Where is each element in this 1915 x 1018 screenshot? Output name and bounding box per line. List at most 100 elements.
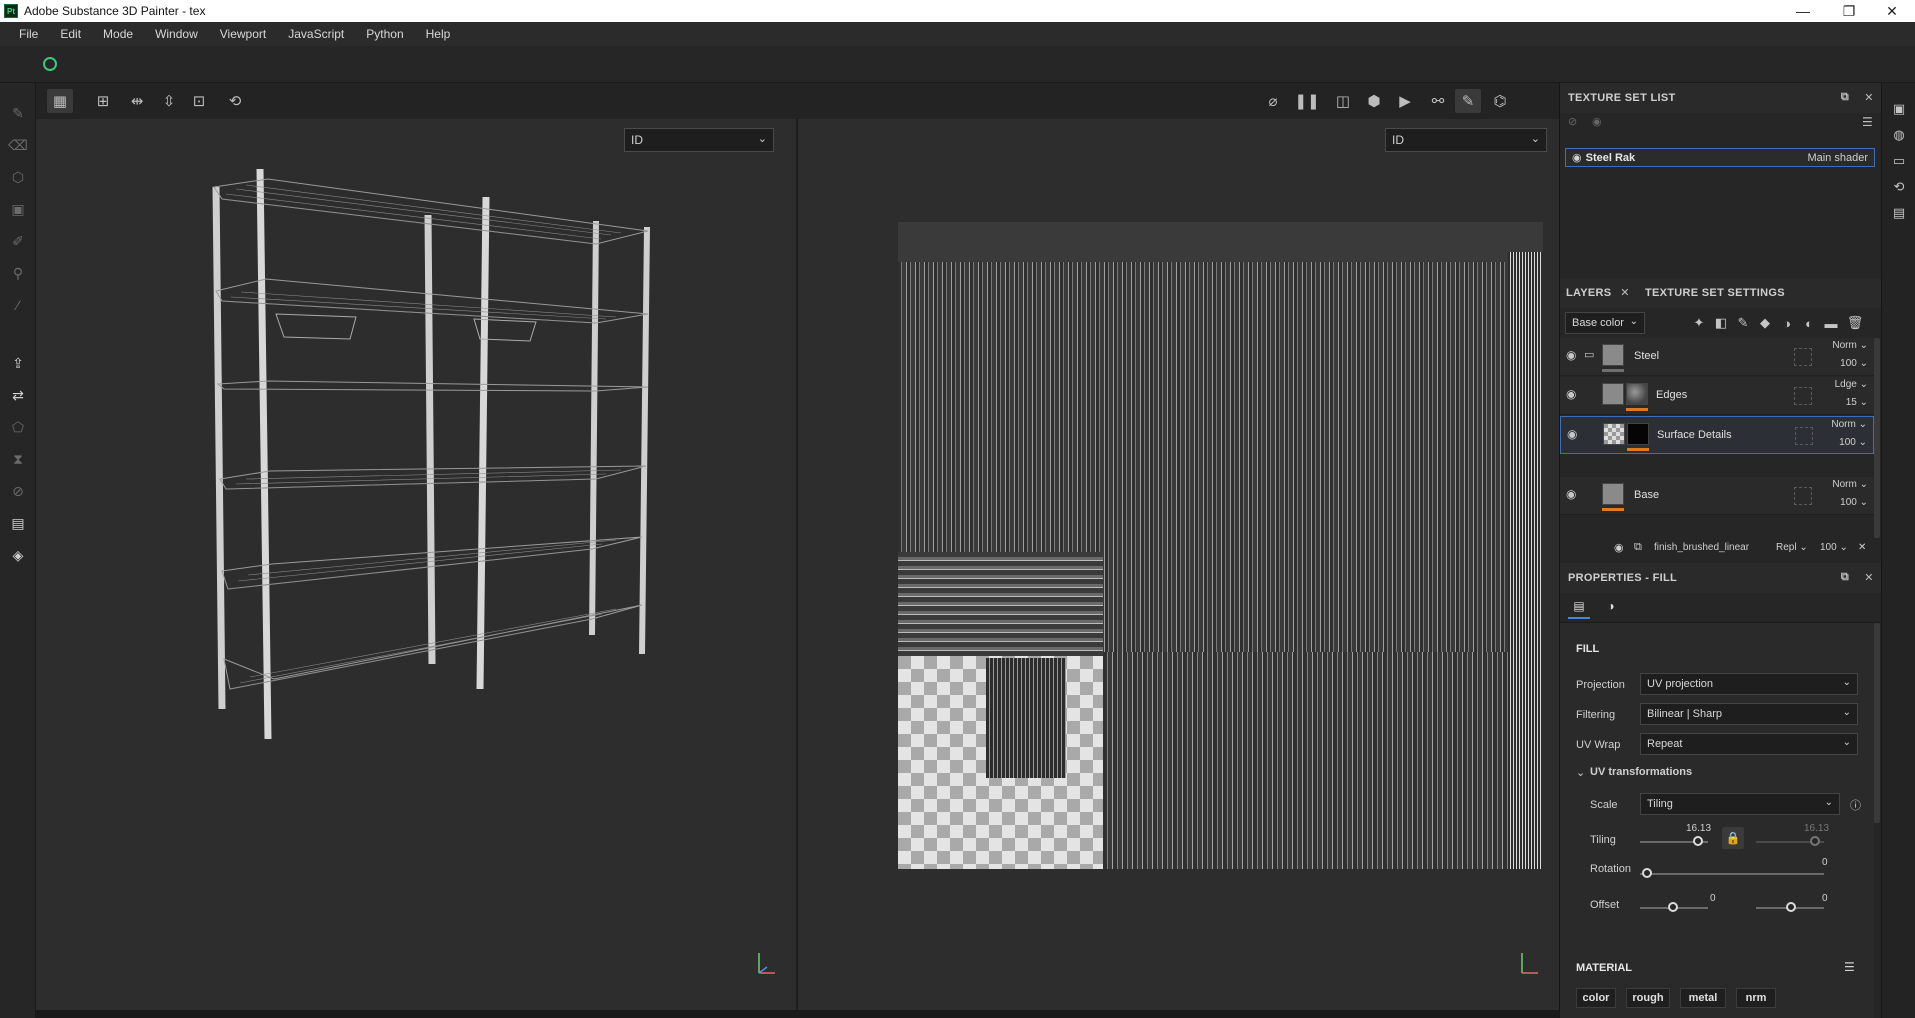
effect-row[interactable]: ◉ ⧉ finish_brushed_linear Repl ⌄ 100 ⌄ ✕: [1560, 537, 1874, 559]
tiling-slider-secondary-knob[interactable]: [1810, 836, 1820, 846]
projection-icon[interactable]: ⬡: [8, 167, 28, 187]
layer-opacity[interactable]: 100 ⌄: [1839, 437, 1867, 448]
disabled-tool-icon[interactable]: ⊘: [8, 481, 28, 501]
eye-icon[interactable]: ◉: [1567, 427, 1583, 441]
material-menu-icon[interactable]: ☰: [1844, 960, 1855, 974]
layer-row-edges[interactable]: ◉ Edges Ldge ⌄ 15 ⌄: [1560, 377, 1874, 415]
add-paint-layer-icon[interactable]: ✎: [1734, 314, 1752, 332]
clone-stamp-icon[interactable]: ⚲: [8, 263, 28, 283]
camera-icon[interactable]: ▶: [1392, 89, 1418, 113]
add-mask-icon[interactable]: ◧: [1712, 314, 1730, 332]
close-window-button[interactable]: ✕: [1869, 0, 1915, 22]
mirror-y-icon[interactable]: ⇳: [156, 89, 182, 113]
uvwrap-select[interactable]: Repeat ⌄: [1640, 733, 1858, 755]
layer-row-steel[interactable]: ◉ ▭ Steel Norm ⌄ 100 ⌄: [1560, 338, 1874, 376]
assets-icon[interactable]: ▭: [1891, 153, 1907, 169]
hamburger-menu-icon[interactable]: ☰: [1862, 115, 1873, 129]
material-rough-button[interactable]: rough: [1626, 988, 1670, 1008]
layer-blend-mode[interactable]: Norm ⌄: [1832, 340, 1868, 351]
layer-opacity[interactable]: 100 ⌄: [1840, 497, 1868, 508]
eye-icon[interactable]: ◉: [1592, 115, 1602, 128]
shader-settings-icon[interactable]: ◍: [1891, 127, 1907, 143]
menu-file[interactable]: File: [8, 27, 49, 41]
filtering-select[interactable]: Bilinear | Sharp ⌄: [1640, 703, 1858, 725]
geometry-mask-icon[interactable]: ▣: [8, 199, 28, 219]
symmetry-icon[interactable]: ⚯: [1425, 89, 1451, 113]
paint-brush-icon[interactable]: ✎: [8, 103, 28, 123]
wireframe-grid-icon[interactable]: ▦: [47, 89, 73, 113]
eye-icon[interactable]: ◉: [1566, 487, 1582, 501]
visibility-toggle-icon[interactable]: ⊘: [1568, 115, 1577, 128]
minimize-button[interactable]: —: [1780, 0, 1826, 22]
history-icon[interactable]: ⟲: [1891, 179, 1907, 195]
eye-icon[interactable]: ◉: [1566, 348, 1582, 362]
rotation-value[interactable]: 0: [1822, 857, 1828, 868]
layer-row-surface-details[interactable]: ◉ Surface Details Norm ⌄ 100 ⌄: [1560, 416, 1874, 454]
add-folder-icon[interactable]: ▬: [1822, 314, 1840, 332]
smudge-icon[interactable]: ✐: [8, 231, 28, 251]
texture-set-shader[interactable]: Main shader: [1807, 152, 1868, 164]
polygon-fill-icon[interactable]: ⬠: [8, 417, 28, 437]
tiling-slider-knob[interactable]: [1693, 836, 1703, 846]
channel-select[interactable]: Base color ⌄: [1565, 312, 1645, 334]
undock-icon[interactable]: ⧉: [1838, 570, 1852, 584]
export-textures-icon[interactable]: ▤: [8, 513, 28, 533]
tab-layers[interactable]: LAYERS: [1566, 278, 1611, 308]
projection-select[interactable]: UV projection ⌄: [1640, 673, 1858, 695]
effect-opacity[interactable]: 100 ⌄: [1820, 542, 1848, 553]
add-smart-material-icon[interactable]: ◑: [1778, 314, 1796, 332]
collapse-chevron-icon[interactable]: ⌄: [1576, 766, 1585, 779]
mirror-x-icon[interactable]: ⇹: [124, 89, 150, 113]
remove-effect-icon[interactable]: ✕: [1858, 542, 1866, 553]
menu-viewport[interactable]: Viewport: [209, 27, 277, 41]
tab-texture-set-settings[interactable]: TEXTURE SET SETTINGS: [1645, 278, 1785, 308]
offset-x-slider-knob[interactable]: [1668, 902, 1678, 912]
folder-icon[interactable]: ▭: [1584, 348, 1594, 361]
menu-window[interactable]: Window: [144, 27, 209, 41]
eye-icon[interactable]: ◉: [1572, 151, 1582, 164]
offset-y-slider-knob[interactable]: [1786, 902, 1796, 912]
texture-set-item[interactable]: ◉ Steel Rak Main shader: [1565, 148, 1875, 167]
layer-blend-mode[interactable]: Norm ⌄: [1831, 419, 1867, 430]
layer-blend-mode[interactable]: Norm ⌄: [1832, 479, 1868, 490]
menu-mode[interactable]: Mode: [92, 27, 144, 41]
hide-overlay-icon[interactable]: ⌀: [1260, 89, 1286, 113]
tiling-value[interactable]: 16.13: [1686, 823, 1711, 834]
log-icon[interactable]: ▤: [1891, 205, 1907, 221]
display-settings-icon[interactable]: ▣: [1891, 101, 1907, 117]
material-swap-icon[interactable]: ⇄: [8, 385, 28, 405]
rotation-slider-knob[interactable]: [1642, 868, 1652, 878]
scale-select[interactable]: Tiling ⌄: [1640, 793, 1840, 815]
menu-help[interactable]: Help: [415, 27, 462, 41]
offset-x-value[interactable]: 0: [1710, 893, 1716, 904]
layers-scrollbar[interactable]: [1874, 338, 1880, 538]
close-panel-icon[interactable]: ✕: [1862, 90, 1876, 104]
menu-javascript[interactable]: JavaScript: [277, 27, 355, 41]
menu-python[interactable]: Python: [355, 27, 414, 41]
uv-transformations-title[interactable]: UV transformations: [1590, 766, 1692, 778]
eye-icon[interactable]: ◉: [1566, 387, 1582, 401]
paint-mode-icon[interactable]: ✎: [1455, 89, 1481, 113]
tiling-value-secondary[interactable]: 16.13: [1804, 823, 1829, 834]
split-view-icon[interactable]: ◫: [1330, 89, 1356, 113]
restore-button[interactable]: ❐: [1826, 0, 1872, 22]
material-tab-icon[interactable]: ◑: [1600, 599, 1622, 619]
viewport-uv-channel-select[interactable]: ID ⌄: [1385, 128, 1547, 152]
undock-icon[interactable]: ⧉: [1838, 90, 1852, 104]
add-fill-layer-icon[interactable]: ◆: [1756, 314, 1774, 332]
viewport-uv[interactable]: ID ⌄: [797, 119, 1559, 1012]
lock-icon[interactable]: 🔒: [1722, 827, 1744, 849]
add-smart-mask-icon[interactable]: ◐: [1800, 314, 1818, 332]
history-icon[interactable]: ⟲: [222, 89, 248, 113]
hourglass-icon[interactable]: ⧗: [8, 449, 28, 469]
offset-y-value[interactable]: 0: [1822, 893, 1828, 904]
properties-scrollbar[interactable]: [1874, 623, 1880, 823]
add-effect-icon[interactable]: ✦: [1690, 314, 1708, 332]
screenshot-icon[interactable]: ⌬: [1487, 89, 1513, 113]
material-metal-button[interactable]: metal: [1680, 988, 1726, 1008]
cube-view-icon[interactable]: ⬢: [1361, 89, 1387, 113]
fill-settings-tab-icon[interactable]: ▤: [1568, 599, 1590, 619]
pause-icon[interactable]: ❚❚: [1294, 89, 1320, 113]
close-tab-icon[interactable]: ✕: [1618, 285, 1632, 299]
eye-icon[interactable]: ◉: [1614, 541, 1624, 554]
